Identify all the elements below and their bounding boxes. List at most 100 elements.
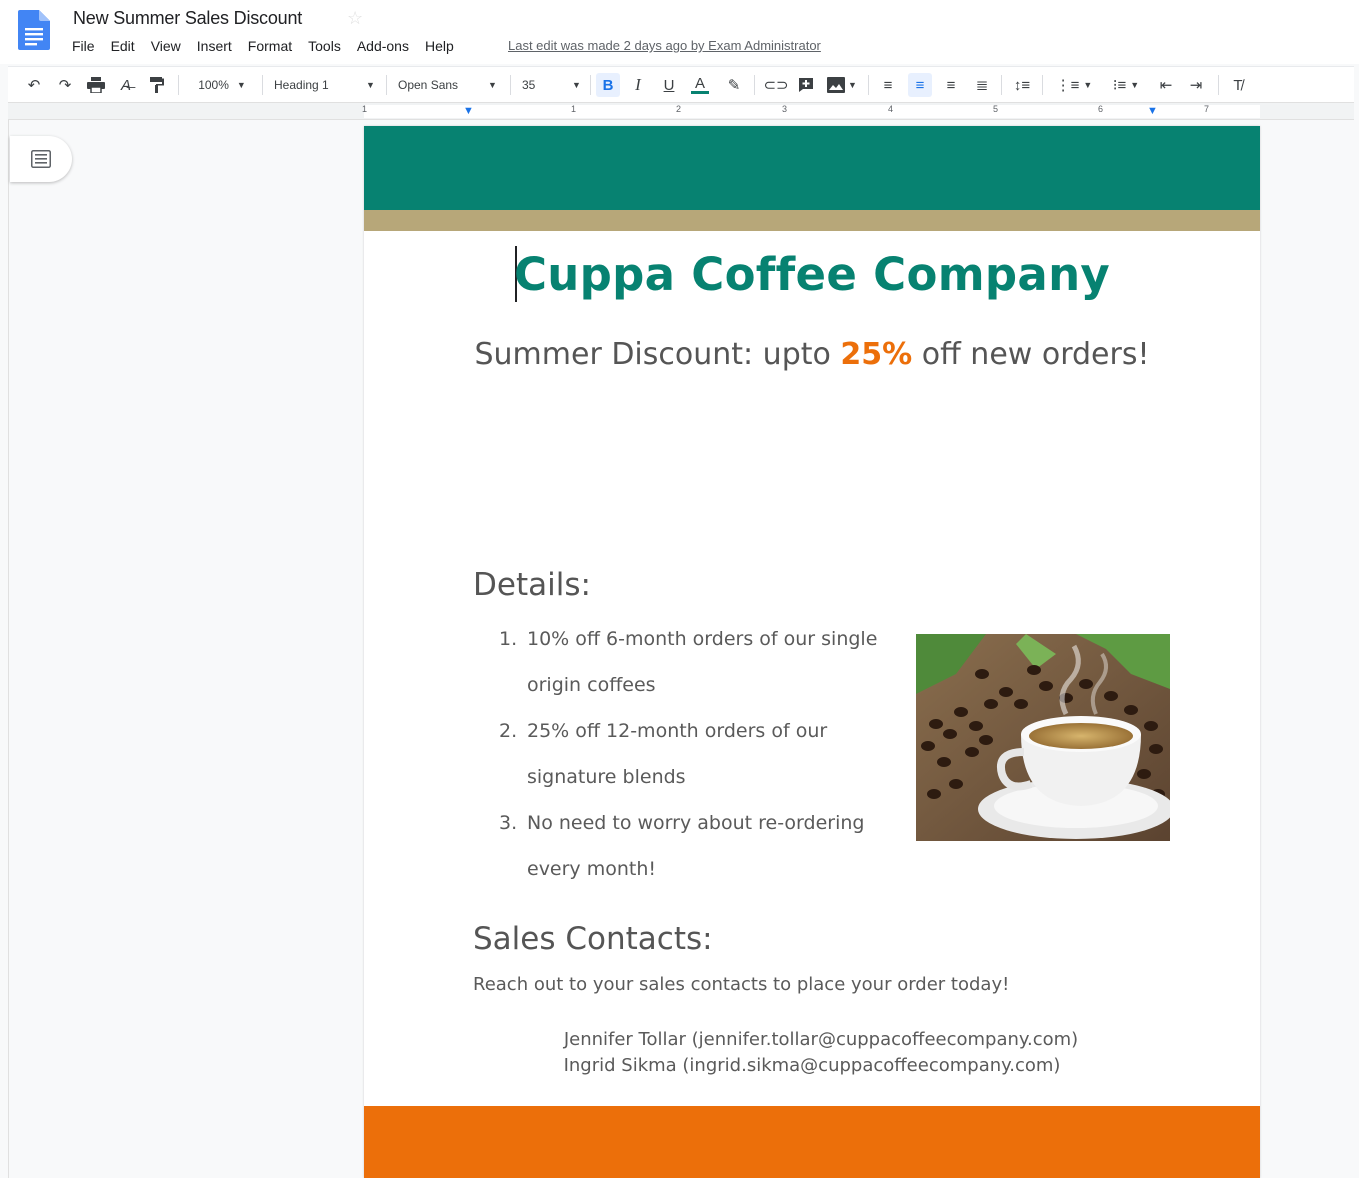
list-number: 1.	[499, 628, 518, 650]
toolbar-divider	[1001, 75, 1002, 95]
menu-insert[interactable]: Insert	[189, 36, 240, 58]
details-heading[interactable]: Details:	[473, 567, 591, 603]
chevron-down-icon: ▼	[488, 80, 497, 90]
coffee-cup-image[interactable]	[916, 634, 1170, 841]
menu-tools[interactable]: Tools	[300, 36, 349, 58]
clear-formatting-icon[interactable]: T̸	[1226, 73, 1250, 97]
font-size-value: 35	[522, 78, 536, 92]
toolbar-divider	[510, 75, 511, 95]
left-panel-border	[8, 120, 9, 1178]
ruler-number: 2	[676, 104, 682, 114]
line-spacing-icon[interactable]: ↕≡	[1010, 73, 1034, 97]
bulleted-list-icon[interactable]: ⁝≡ ▼	[1104, 73, 1148, 97]
text-color-icon[interactable]: A	[688, 73, 712, 97]
bold-icon[interactable]: B	[596, 73, 620, 97]
toolbar-divider	[262, 75, 263, 95]
toolbar: ↶ ↷ A̶ 100% ▼ Heading 1 ▼ Open Sans ▼ 35 ▼ B…	[8, 66, 1354, 102]
print-icon[interactable]	[84, 73, 108, 97]
gold-accent-band	[364, 210, 1260, 231]
sales-contacts-heading[interactable]: Sales Contacts:	[473, 921, 713, 957]
details-list: 1. 10% off 6-month orders of our single …	[494, 616, 894, 892]
zoom-dropdown[interactable]: 100% ▼	[192, 73, 252, 97]
ruler[interactable]: 1 ▼ 1 2 3 4 5 6 ▼ 7	[8, 102, 1354, 120]
comment-icon[interactable]	[794, 73, 818, 97]
ruler-page-area	[364, 105, 1260, 118]
style-value: Heading 1	[274, 78, 329, 92]
ruler-number: 1	[571, 104, 577, 114]
justify-icon[interactable]: ≣	[970, 73, 994, 97]
last-edit-link[interactable]: Last edit was made 2 days ago by Exam Ad…	[508, 38, 821, 53]
menu-help[interactable]: Help	[417, 36, 462, 58]
contact-ingrid[interactable]: Ingrid Sikma (ingrid.sikma@cuppacoffeeco…	[364, 1053, 1260, 1079]
list-item-text: 10% off 6-month orders of our single ori…	[527, 628, 878, 696]
orange-footer-band	[364, 1106, 1260, 1178]
menu-edit[interactable]: Edit	[103, 36, 143, 58]
toolbar-divider	[754, 75, 755, 95]
contact-jennifer[interactable]: Jennifer Tollar (jennifer.tollar@cuppaco…	[382, 1027, 1260, 1053]
spellcheck-icon[interactable]: A̶	[114, 73, 138, 97]
company-title[interactable]: Cuppa Coffee Company	[364, 248, 1260, 301]
font-value: Open Sans	[398, 78, 459, 92]
menu-file[interactable]: File	[64, 36, 103, 58]
list-item[interactable]: 1. 10% off 6-month orders of our single …	[494, 616, 894, 708]
menu-format[interactable]: Format	[240, 36, 300, 58]
subtitle[interactable]: Summer Discount: upto 25% off new orders…	[464, 332, 1160, 377]
ruler-number: 3	[782, 104, 788, 114]
list-item[interactable]: 2. 25% off 12-month orders of our signat…	[494, 708, 894, 800]
undo-icon[interactable]: ↶	[22, 73, 46, 97]
font-dropdown[interactable]: Open Sans ▼	[398, 73, 500, 97]
underline-icon[interactable]: U	[657, 73, 681, 97]
chevron-down-icon: ▼	[366, 80, 375, 90]
discount-highlight: 25%	[840, 337, 913, 372]
subtitle-text: Summer Discount: upto	[474, 337, 841, 372]
contact-list: Jennifer Tollar (jennifer.tollar@cuppaco…	[364, 1027, 1260, 1079]
document-outline-button[interactable]	[10, 136, 72, 182]
align-left-icon[interactable]: ≡	[876, 73, 900, 97]
list-number: 2.	[499, 720, 518, 742]
docs-logo-icon[interactable]	[18, 10, 50, 50]
toolbar-divider	[590, 75, 591, 95]
ruler-number: 6	[1098, 104, 1104, 114]
highlight-icon[interactable]: ✎	[722, 73, 746, 97]
toolbar-divider	[386, 75, 387, 95]
ruler-number: 7	[1204, 104, 1210, 114]
decrease-indent-icon[interactable]: ⇤	[1154, 73, 1178, 97]
image-icon[interactable]: ▼	[824, 73, 860, 97]
font-size-dropdown[interactable]: 35 ▼	[522, 73, 582, 97]
paint-format-icon[interactable]	[145, 73, 169, 97]
outline-icon	[31, 150, 51, 168]
menu-view[interactable]: View	[143, 36, 189, 58]
chevron-down-icon: ▼	[236, 80, 246, 90]
toolbar-divider	[178, 75, 179, 95]
toolbar-divider	[1218, 75, 1219, 95]
zoom-value: 100%	[198, 78, 229, 92]
menu-add-ons[interactable]: Add-ons	[349, 36, 417, 58]
subtitle-text-end: off new orders!	[912, 337, 1150, 372]
list-number: 3.	[499, 812, 518, 834]
toolbar-divider	[868, 75, 869, 95]
align-right-icon[interactable]: ≡	[939, 73, 963, 97]
list-item[interactable]: 3. No need to worry about re-ordering ev…	[494, 800, 894, 892]
toolbar-divider	[1042, 75, 1043, 95]
title-bar: New Summer Sales Discount ☆ File Edit Vi…	[0, 0, 1359, 64]
redo-icon[interactable]: ↷	[53, 73, 77, 97]
indent-marker-icon[interactable]: ▼	[463, 105, 474, 117]
list-item-text: No need to worry about re-ordering every…	[527, 812, 865, 880]
style-dropdown[interactable]: Heading 1 ▼	[274, 73, 378, 97]
contacts-intro-text[interactable]: Reach out to your sales contacts to plac…	[473, 974, 1009, 995]
star-icon[interactable]: ☆	[347, 8, 363, 29]
document-page[interactable]: Cuppa Coffee Company Summer Discount: up…	[364, 126, 1260, 1178]
right-indent-marker-icon[interactable]: ▼	[1147, 105, 1158, 117]
ruler-number: 1	[362, 104, 368, 114]
align-center-icon[interactable]: ≡	[908, 73, 932, 97]
teal-header-band	[364, 126, 1260, 210]
italic-icon[interactable]: I	[626, 73, 650, 97]
ruler-number: 5	[993, 104, 999, 114]
list-item-text: 25% off 12-month orders of our signature…	[527, 720, 828, 788]
link-icon[interactable]: ⊂⊃	[763, 73, 788, 97]
numbered-list-icon[interactable]: ⋮≡ ▼	[1052, 73, 1096, 97]
chevron-down-icon: ▼	[572, 80, 581, 90]
increase-indent-icon[interactable]: ⇥	[1184, 73, 1208, 97]
menu-bar: File Edit View Insert Format Tools Add-o…	[64, 36, 462, 58]
document-title[interactable]: New Summer Sales Discount	[73, 8, 302, 29]
